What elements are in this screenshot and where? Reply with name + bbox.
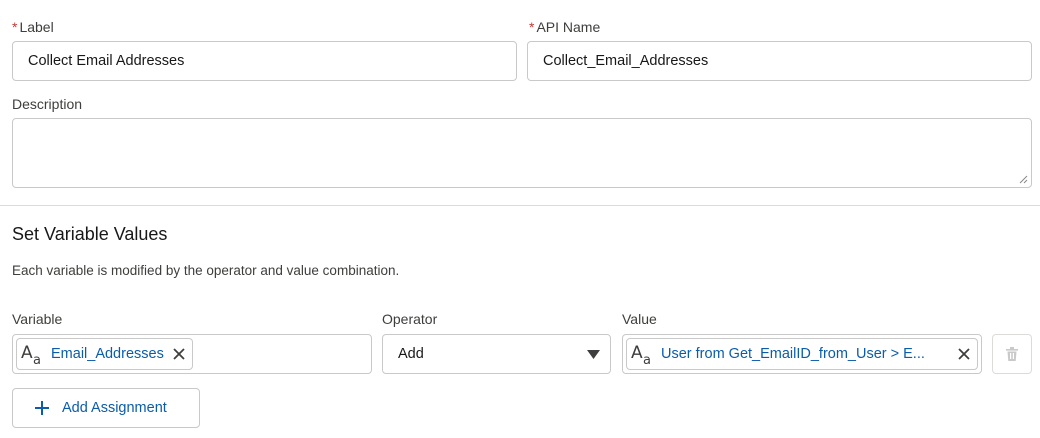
required-mark: * <box>529 19 535 35</box>
section-title: Set Variable Values <box>12 224 168 244</box>
label-field-label: * Label <box>12 19 54 35</box>
remove-value-icon[interactable] <box>957 347 971 361</box>
plus-icon <box>35 401 49 415</box>
api-name-field-label: * API Name <box>529 19 601 35</box>
svg-text:a: a <box>643 353 651 367</box>
value-pill[interactable]: A a User from Get_EmailID_from_User > E.… <box>626 338 978 370</box>
operator-label: Operator <box>382 311 438 327</box>
text-type-icon: A a <box>21 343 41 367</box>
description-textarea[interactable] <box>12 118 1032 188</box>
label-input[interactable]: Collect Email Addresses <box>12 41 517 81</box>
description-field-label: Description <box>12 96 83 112</box>
trash-icon <box>1006 347 1018 361</box>
value-pill-text: User from Get_EmailID_from_User > E... <box>661 346 925 362</box>
api-name-input[interactable]: Collect_Email_Addresses <box>527 41 1032 81</box>
text-type-icon: A a <box>631 343 651 367</box>
operator-select[interactable]: Add <box>382 334 611 374</box>
variable-label: Variable <box>12 311 63 327</box>
required-mark: * <box>12 19 18 35</box>
add-assignment-label: Add Assignment <box>62 400 167 416</box>
chevron-down-icon <box>587 350 600 359</box>
section-divider <box>0 205 1040 206</box>
resize-grip-icon[interactable] <box>1018 174 1028 184</box>
variable-pill[interactable]: A a Email_Addresses <box>16 338 193 370</box>
variable-combobox[interactable]: A a Email_Addresses <box>12 334 372 374</box>
remove-variable-icon[interactable] <box>172 347 186 361</box>
delete-assignment-button[interactable] <box>992 334 1032 374</box>
svg-text:A: A <box>631 343 643 363</box>
section-help-text: Each variable is modified by the operato… <box>12 263 400 278</box>
svg-text:A: A <box>21 343 33 363</box>
operator-value: Add <box>398 346 424 362</box>
add-assignment-button[interactable]: Add Assignment <box>12 388 200 428</box>
value-combobox[interactable]: A a User from Get_EmailID_from_User > E.… <box>622 334 982 374</box>
variable-pill-text: Email_Addresses <box>51 346 164 362</box>
svg-text:a: a <box>33 353 41 367</box>
value-label: Value <box>622 311 657 327</box>
